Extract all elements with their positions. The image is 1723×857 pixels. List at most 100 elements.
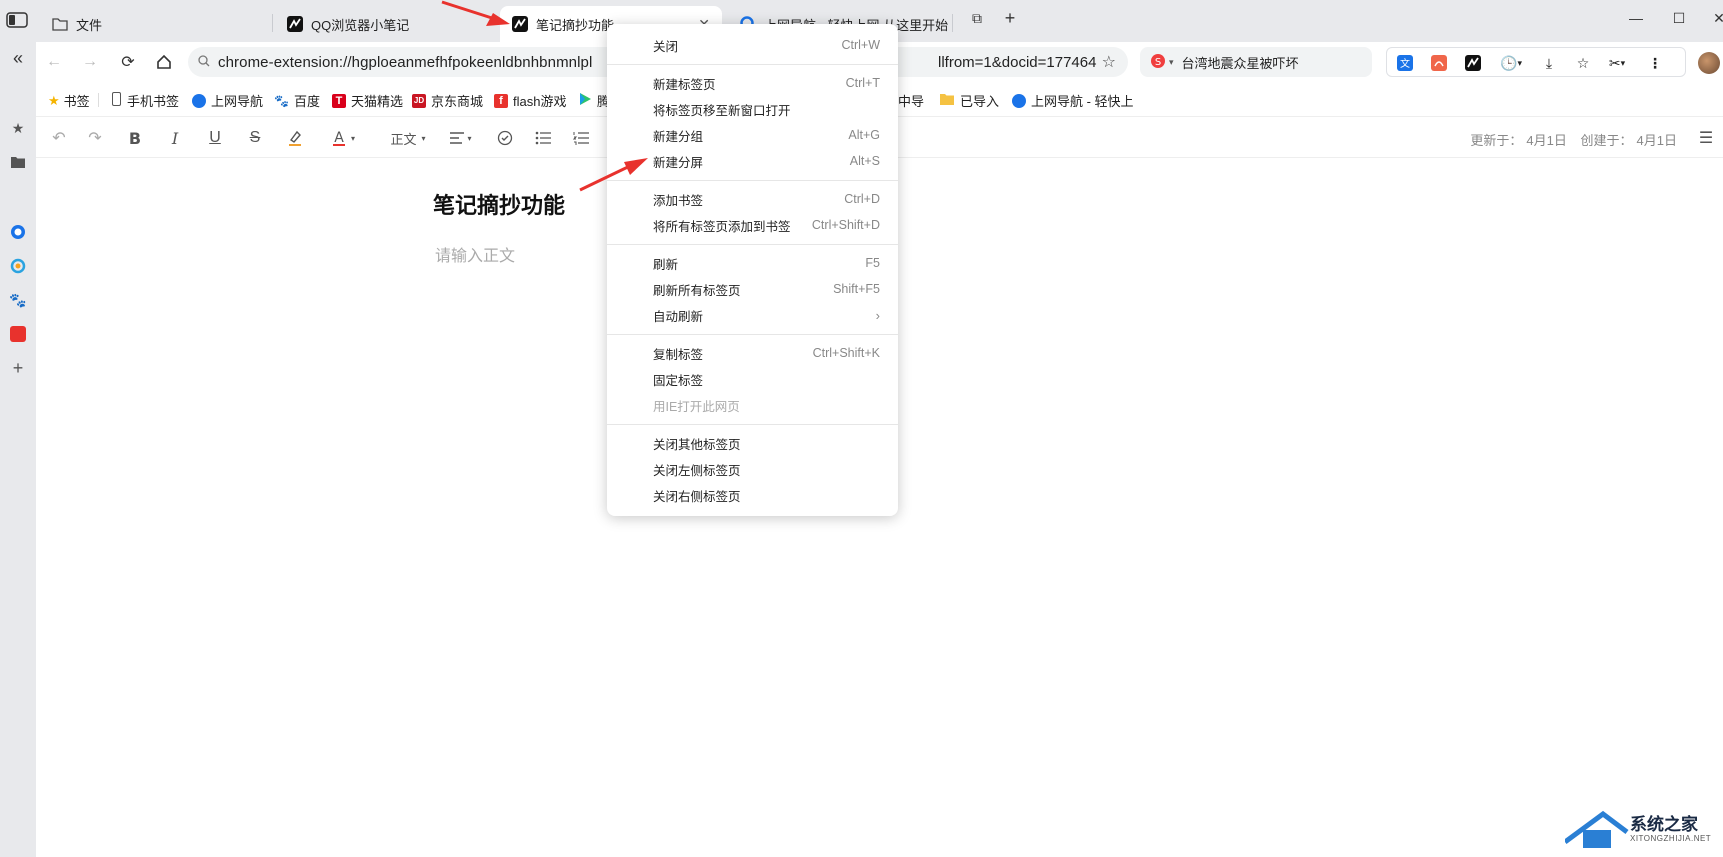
new-tab-icon[interactable]: + [1000, 8, 1020, 29]
bookmark-item[interactable]: 上网导航 - 轻快上 [1012, 91, 1134, 110]
numbered-list-icon[interactable] [570, 127, 592, 149]
extensions-bar: 文 🕒 ▾ ⤓ ☆ ✂ ▾ ⋮ [1386, 47, 1686, 77]
body-placeholder[interactable]: 请输入正文 [435, 242, 515, 266]
svg-text:文: 文 [1400, 57, 1410, 70]
watermark-text: 系统之家 [1630, 815, 1698, 834]
todo-check-icon[interactable] [494, 127, 516, 149]
menu-item-add-bookmark[interactable]: 添加书签 Ctrl+D [607, 187, 898, 211]
history-icon[interactable]: 🕒 ▾ [1497, 53, 1525, 73]
tab-qq-notes[interactable]: QQ浏览器小笔记 [275, 6, 495, 42]
dropdown-caret-icon[interactable]: ▾ [1169, 57, 1174, 68]
menu-separator [607, 244, 898, 245]
screenshot-scissors-icon[interactable]: ✂ ▾ [1603, 53, 1631, 73]
align-icon[interactable]: ▾ [444, 127, 478, 149]
bookmark-item[interactable]: f flash游戏 [494, 91, 566, 110]
bookmark-item[interactable]: 上网导航 [192, 91, 263, 110]
bookmark-label: 书签 [63, 94, 90, 109]
app-badge-icon[interactable] [8, 324, 28, 344]
sidebar-toggle-icon[interactable] [6, 12, 28, 31]
underline-icon[interactable]: U [204, 127, 226, 149]
bookmark-item[interactable]: 腾 [578, 91, 610, 110]
bold-icon[interactable]: B [124, 127, 146, 149]
avatar[interactable] [1698, 52, 1720, 74]
hot-search-box[interactable]: S ▾ 台湾地震众星被吓坏 [1140, 47, 1372, 77]
menu-item-duplicate-tab[interactable]: 复制标签 Ctrl+Shift+K [607, 341, 898, 365]
folder-icon[interactable] [8, 152, 28, 172]
tab-context-menu: 关闭 Ctrl+W 新建标签页 Ctrl+T 将标签页移至新窗口打开 新建分组 Alt… [607, 24, 898, 516]
menu-item-new-split-screen[interactable]: 新建分屏 Alt+S [607, 149, 898, 173]
phone-icon [112, 92, 121, 109]
search-logo-icon [1012, 93, 1026, 108]
bullet-list-icon[interactable] [532, 127, 554, 149]
home-icon[interactable] [152, 50, 176, 74]
tab-files[interactable]: 文件 [40, 6, 275, 42]
note-meta: 更新于： 4月1日 创建于： 4月1日 [1466, 130, 1677, 149]
updated-date: 4月1日 [1526, 133, 1567, 148]
italic-icon[interactable]: I [164, 127, 186, 149]
menu-separator [607, 424, 898, 425]
browser-app-icon[interactable] [8, 256, 28, 276]
watermark-subtext: XITONGZHIJIA.NET [1630, 834, 1712, 843]
menu-item-refresh[interactable]: 刷新 F5 [607, 251, 898, 275]
created-date: 4月1日 [1636, 133, 1677, 148]
menu-item-new-tab[interactable]: 新建标签页 Ctrl+T [607, 71, 898, 95]
bookmark-star-icon[interactable]: ☆ [1102, 52, 1116, 72]
translate-icon[interactable]: 文 [1395, 53, 1415, 73]
menu-separator [607, 180, 898, 181]
strikethrough-icon[interactable]: S [244, 127, 266, 149]
menu-item-new-group[interactable]: 新建分组 Alt+G [607, 123, 898, 147]
tab-divider [952, 14, 953, 32]
back-icon[interactable]: ← [42, 50, 66, 74]
menu-item-close[interactable]: 关闭 Ctrl+W [607, 33, 898, 57]
menu-item-move-to-new-window[interactable]: 将标签页移至新窗口打开 [607, 97, 898, 121]
hot-search-text: 台湾地震众星被吓坏 [1181, 55, 1299, 71]
svg-text:A: A [334, 130, 344, 146]
star-icon[interactable]: ★ [8, 118, 28, 138]
collapse-icon[interactable]: « [8, 48, 28, 68]
bookmark-label: 上网导航 [211, 94, 264, 109]
note-app-icon[interactable] [1463, 53, 1483, 73]
tab-manager-icon[interactable]: ⧉ [967, 10, 987, 27]
forward-icon[interactable]: → [78, 50, 102, 74]
bookmark-item[interactable]: ★ 书签 [48, 91, 90, 110]
close-window-icon[interactable]: ✕ [1709, 10, 1723, 27]
bookmark-item[interactable]: 已导入 [940, 91, 999, 110]
search-logo-icon[interactable] [8, 222, 28, 242]
bookmark-item[interactable]: 手机书签 [112, 91, 179, 110]
add-icon[interactable]: + [8, 358, 28, 378]
maximize-icon[interactable]: ☐ [1669, 10, 1689, 27]
page-title[interactable]: 笔记摘抄功能 [433, 188, 565, 220]
left-sidebar: « ★ 🐾 + [0, 42, 36, 857]
favorites-icon[interactable]: ☆ [1573, 53, 1593, 73]
menu-item-pin-tab[interactable]: 固定标签 [607, 367, 898, 391]
menu-item-bookmark-all-tabs[interactable]: 将所有标签页添加到书签 Ctrl+Shift+D [607, 213, 898, 237]
pdf-icon[interactable] [1429, 53, 1449, 73]
url-text: chrome-extension://hgploeanmefhfpokeenld… [218, 53, 593, 71]
minimize-icon[interactable]: — [1626, 10, 1646, 26]
more-menu-icon[interactable]: ⋮ [1645, 53, 1665, 73]
font-color-icon[interactable]: A ▾ [326, 127, 360, 149]
note-app-icon [287, 16, 303, 32]
baidu-paw-icon[interactable]: 🐾 [8, 290, 28, 310]
note-app-icon [512, 16, 528, 32]
outline-menu-icon[interactable]: ☰ [1695, 127, 1717, 149]
menu-item-close-right-tabs[interactable]: 关闭右侧标签页 [607, 483, 898, 507]
menu-item-refresh-all[interactable]: 刷新所有标签页 Shift+F5 [607, 277, 898, 301]
highlight-icon[interactable] [284, 127, 306, 149]
tab-label: 笔记摘抄功能 [536, 17, 615, 33]
bookmark-item[interactable]: 🐾 百度 [274, 91, 320, 110]
bookmark-item[interactable]: 中导 [898, 91, 924, 110]
menu-item-auto-refresh[interactable]: 自动刷新 › [607, 303, 898, 327]
paragraph-style-select[interactable]: 正文 ▾ [384, 127, 432, 149]
download-icon[interactable]: ⤓ [1539, 53, 1559, 73]
bookmark-label: 百度 [293, 94, 320, 109]
redo-icon[interactable]: ↷ [84, 127, 106, 149]
video-play-icon [578, 92, 592, 109]
bookmark-label: 手机书签 [127, 94, 180, 109]
bookmark-item[interactable]: JD 京东商城 [412, 91, 483, 110]
undo-icon[interactable]: ↶ [48, 127, 70, 149]
menu-item-close-other-tabs[interactable]: 关闭其他标签页 [607, 431, 898, 455]
bookmark-item[interactable]: T 天猫精选 [332, 91, 403, 110]
reload-icon[interactable]: ⟳ [116, 50, 140, 74]
menu-item-close-left-tabs[interactable]: 关闭左侧标签页 [607, 457, 898, 481]
